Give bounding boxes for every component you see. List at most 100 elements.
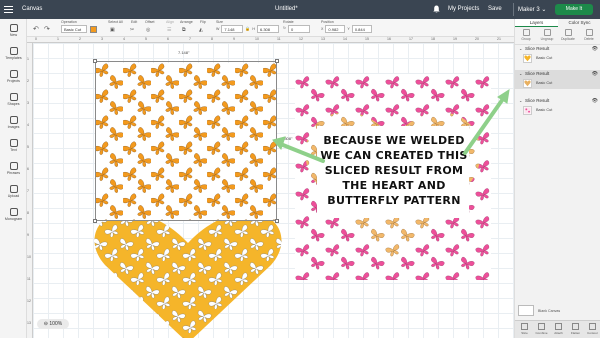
group-icon	[522, 29, 530, 36]
nav-item-label: Templates	[5, 56, 22, 60]
caret-icon[interactable]: ⌄	[519, 45, 522, 53]
nav-item-label: Phrases	[6, 171, 21, 175]
top-bar: Canvas Untitled* My Projects Save Maker …	[0, 0, 600, 19]
make-it-button[interactable]: Make It	[555, 4, 593, 15]
action-label: Contour	[587, 331, 598, 335]
flatten-button[interactable]: Flatten	[567, 323, 584, 335]
undo-icon[interactable]: ↶	[33, 25, 39, 33]
ruler-tick-label: 5	[27, 145, 29, 149]
resize-handle-top-left[interactable]	[93, 59, 97, 63]
ruler-tick-label: 3	[101, 37, 103, 41]
layer-group-header[interactable]: ⌄ Slice Result 👁	[515, 97, 600, 105]
height-input[interactable]: 6.308	[257, 25, 279, 33]
nav-item-label: Projects	[7, 79, 20, 83]
action-label: Combine	[535, 331, 548, 335]
ruler-tick-label: 9	[233, 37, 235, 41]
edit-scissors-icon[interactable]: ✂	[130, 27, 134, 33]
nav-item-shapes[interactable]: Shapes	[0, 93, 27, 106]
duplicate-button[interactable]: Duplicate	[560, 29, 576, 41]
combine-icon	[538, 323, 545, 330]
position-x-input[interactable]: 0.982	[325, 25, 346, 33]
rotate-input[interactable]: 0	[288, 25, 311, 33]
nav-item-templates[interactable]: Templates	[0, 47, 27, 60]
document-title[interactable]: Untitled*	[275, 6, 298, 12]
design-canvas[interactable]: 7.148" 6.308" BECAUSE WE WELDED WE CAN C…	[33, 43, 514, 338]
tab-color-sync[interactable]: Color Sync	[558, 19, 600, 27]
flip-icon[interactable]: ◭	[199, 27, 203, 33]
ruler-tick-label: 15	[365, 37, 369, 41]
position-y-input[interactable]: 0.844	[351, 25, 372, 33]
layer-bottom-actions: Slice Combine Attach Flatten Contour	[515, 320, 600, 338]
nav-item-images[interactable]: Images	[0, 116, 27, 129]
blank-canvas-layer[interactable]: Blank Canvas	[518, 304, 598, 318]
flip-label: Flip	[200, 20, 206, 24]
layer-group[interactable]: ⌄ Slice Result 👁 Basic Cut	[515, 45, 600, 64]
operation-select[interactable]: Basic Cut	[61, 25, 87, 33]
layer-thumbnail	[523, 54, 532, 63]
duplicate-icon	[564, 29, 572, 36]
arrange-icon[interactable]: ⧉	[182, 27, 186, 33]
flatten-icon	[572, 323, 579, 330]
ungroup-button[interactable]: Ungroup	[539, 29, 555, 41]
nav-item-upload[interactable]: Upload	[0, 185, 27, 198]
tab-layers[interactable]: Layers	[515, 19, 558, 27]
size-label: Size	[216, 20, 223, 24]
slice-button[interactable]: Slice	[516, 323, 533, 335]
nav-item-new[interactable]: New	[0, 24, 27, 37]
blank-canvas-swatch[interactable]	[518, 305, 534, 316]
visibility-eye-icon[interactable]: 👁	[592, 45, 598, 53]
caret-icon[interactable]: ⌄	[519, 70, 522, 78]
layer-item-name: Basic Cut	[536, 56, 553, 60]
rotate-label: Rotate	[283, 20, 294, 24]
select-all-icon[interactable]: ▣	[110, 27, 115, 33]
resize-handle-bottom-right[interactable]	[275, 219, 279, 223]
combine-button[interactable]: Combine	[533, 323, 550, 335]
templates-icon	[9, 47, 18, 55]
layer-group-header[interactable]: ⌄ Slice Result 👁	[515, 45, 600, 53]
arrange-label: Arrange	[180, 20, 193, 24]
group-button[interactable]: Group	[518, 29, 534, 41]
blank-canvas-label: Blank Canvas	[538, 309, 561, 313]
nav-item-phrases[interactable]: Phrases	[0, 162, 27, 175]
layer-item[interactable]: Basic Cut	[515, 53, 600, 64]
resize-handle-top-right[interactable]	[275, 59, 279, 63]
layer-group[interactable]: ⌄ Slice Result 👁 Basic Cut	[515, 97, 600, 116]
align-icon[interactable]: ☰	[167, 27, 171, 33]
nav-item-monogram[interactable]: Monogram	[0, 208, 27, 221]
operation-label: Operation	[61, 20, 77, 24]
layer-item[interactable]: Basic Cut	[515, 78, 600, 89]
color-swatch[interactable]	[90, 26, 97, 33]
visibility-eye-icon[interactable]: 👁	[592, 97, 598, 105]
contour-button[interactable]: Contour	[584, 323, 600, 335]
lock-icon[interactable]: 🔒	[245, 26, 250, 33]
yellow-butterfly-heart-image[interactable]	[93, 213, 283, 338]
save-button[interactable]: Save	[488, 6, 502, 12]
ruler-tick-label: 19	[453, 37, 457, 41]
layer-group-selected[interactable]: ⌄ Slice Result 👁 Basic Cut	[515, 70, 600, 89]
ruler-tick-label: 12	[27, 299, 31, 303]
nav-item-projects[interactable]: Projects	[0, 70, 27, 83]
slice-icon	[521, 323, 528, 330]
layer-group-header[interactable]: ⌄ Slice Result 👁	[515, 70, 600, 78]
nav-item-label: Upload	[7, 194, 20, 198]
ruler-tick-label: 13	[321, 37, 325, 41]
layer-item[interactable]: Basic Cut	[515, 105, 600, 116]
width-input[interactable]: 7.148	[221, 25, 244, 33]
attach-button[interactable]: Attach	[550, 323, 567, 335]
nav-item-text[interactable]: Text	[0, 139, 27, 152]
notification-bell-icon[interactable]	[433, 5, 440, 13]
my-projects-link[interactable]: My Projects	[448, 6, 479, 12]
delete-button[interactable]: Delete	[581, 29, 597, 41]
resize-handle-bottom-left[interactable]	[93, 219, 97, 223]
visibility-eye-icon[interactable]: 👁	[592, 70, 598, 78]
redo-icon[interactable]: ↷	[44, 25, 50, 33]
selection-bounding-box[interactable]	[93, 59, 279, 223]
offset-icon[interactable]: ◎	[146, 27, 150, 33]
ruler-tick-label: 14	[343, 37, 347, 41]
machine-selector[interactable]: Maker 3 ⌄	[518, 6, 546, 13]
zoom-control[interactable]: ⊖ 100%	[37, 319, 69, 329]
ruler-tick-label: 4	[27, 123, 29, 127]
align-label: Align	[166, 20, 174, 24]
caret-icon[interactable]: ⌄	[519, 97, 522, 105]
menu-icon[interactable]	[4, 6, 13, 13]
